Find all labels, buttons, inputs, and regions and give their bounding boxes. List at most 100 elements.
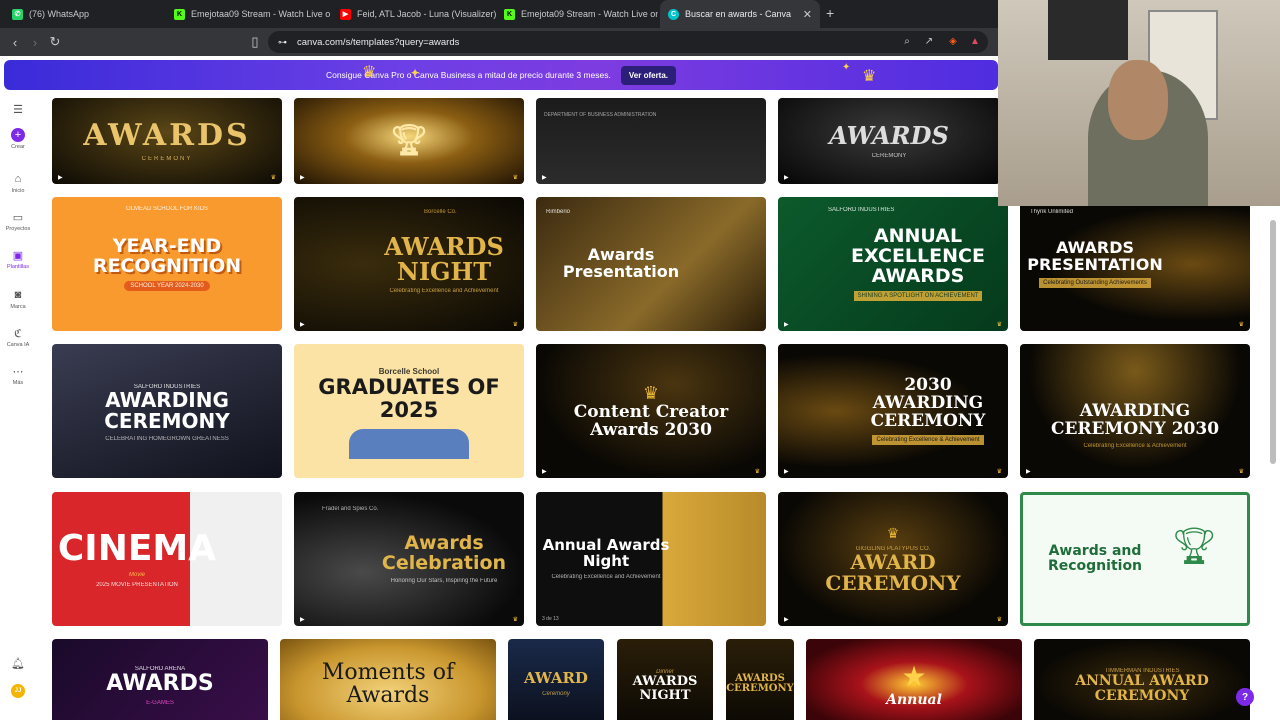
- bookmark-icon[interactable]: ▯: [246, 33, 264, 51]
- template-card[interactable]: Awards and Recognition 🏆︎: [1020, 492, 1250, 626]
- template-subtitle: Celebrating Outstanding Achievements: [1039, 277, 1151, 288]
- tab-label: Buscar en awards - Canva: [685, 9, 792, 19]
- back-icon[interactable]: ‹: [6, 33, 24, 51]
- youtube-icon: ▶: [340, 8, 351, 20]
- template-card[interactable]: Fradel and Spies Co. Awards Celebration …: [294, 492, 524, 626]
- template-title: AWARDS PRESENTATION: [1027, 238, 1163, 274]
- template-subtitle: Celebrating Excellence & Achievement: [872, 434, 984, 445]
- brand-icon: ◙: [14, 289, 22, 301]
- sidebar-item-create[interactable]: + Crear: [0, 128, 36, 150]
- template-card[interactable]: ★ Annual: [806, 639, 1022, 720]
- sidebar-item-projects[interactable]: ▭ Proyectos: [0, 210, 36, 233]
- template-card[interactable]: Moments of Awards: [280, 639, 496, 720]
- template-card[interactable]: Dinner AWARDS NIGHT: [617, 639, 713, 720]
- template-card[interactable]: Borcelle Co. AWARDS NIGHT Celebrating Ex…: [294, 197, 524, 331]
- kick-icon: K: [504, 8, 515, 20]
- template-title: Annual Awards Night: [542, 536, 670, 570]
- template-subtitle: Celebrating Excellence and Achievement: [389, 288, 499, 295]
- whatsapp-icon: ✆: [12, 8, 23, 20]
- template-card[interactable]: Borcelle School GRADUATES OF 2025: [294, 344, 524, 478]
- templates-icon: ▣: [12, 249, 24, 262]
- template-title: AWARD CEREMONY: [825, 549, 961, 595]
- rewards-icon[interactable]: ▲: [968, 34, 982, 48]
- template-card[interactable]: AWARDS CEREMONY: [726, 639, 794, 720]
- search-icon[interactable]: ⌕: [900, 34, 914, 48]
- crown-icon: ♛: [862, 68, 877, 85]
- share-icon[interactable]: ↗: [922, 34, 936, 48]
- kick-icon: K: [174, 8, 185, 20]
- play-icon: ▶: [784, 469, 789, 475]
- template-card[interactable]: AWARDING CEREMONY 2030 Celebrating Excel…: [1020, 344, 1250, 478]
- url-text: canva.com/s/templates?query=awards: [297, 36, 460, 48]
- sidebar-item-canva-ai[interactable]: ℭ Canva IA: [0, 326, 36, 349]
- premium-crown-icon: ♛: [754, 469, 760, 475]
- address-bar[interactable]: ⊶ canva.com/s/templates?query=awards: [268, 31, 988, 53]
- template-card[interactable]: CINEMA Movie 2025 MOVIE PRESENTATION: [52, 492, 282, 626]
- sidebar-item-label: Plantillas: [6, 264, 29, 270]
- template-tag: Rimberio: [546, 209, 571, 215]
- browser-tab[interactable]: ▶ Feid, ATL Jacob - Luna (Visualizer) - …: [332, 0, 496, 28]
- template-subtitle: Celebrating Excellence & Achievement: [1083, 442, 1187, 449]
- close-tab-icon[interactable]: ✕: [803, 8, 812, 21]
- browser-tab-active[interactable]: C Buscar en awards - Canva ✕: [660, 0, 820, 28]
- sidebar-item-more[interactable]: ⋯ Más: [0, 364, 36, 387]
- sidebar-item-home[interactable]: ⌂ Inicio: [0, 172, 36, 194]
- template-card[interactable]: ♛ Content Creator Awards 2030 ▶ ♛: [536, 344, 766, 478]
- site-info-icon[interactable]: ⊶: [278, 37, 287, 48]
- template-title: AWARD: [524, 669, 588, 688]
- play-icon: ▶: [1026, 469, 1031, 475]
- promo-cta-button[interactable]: Ver oferta.: [620, 65, 677, 85]
- template-card[interactable]: Rimberio Awards Presentation: [536, 197, 766, 331]
- reload-icon[interactable]: ↻: [46, 33, 64, 51]
- sidebar-item-templates[interactable]: ▣ Plantillas: [0, 248, 36, 271]
- template-card[interactable]: TIMMERMAN INDUSTRIES ANNUAL AWARD CEREMO…: [1034, 639, 1250, 720]
- trophy-icon: 🏆︎: [389, 123, 429, 159]
- template-card[interactable]: SALFORD ARENA AWARDS E-GAMES: [52, 639, 268, 720]
- sidebar-item-label: Canva IA: [6, 342, 30, 348]
- canva-icon: C: [668, 8, 679, 20]
- template-card[interactable]: SALFORD INDUSTRIES ANNUAL EXCELLENCE AWA…: [778, 197, 1008, 331]
- notifications-button[interactable]: 🔔︎: [0, 656, 36, 670]
- account-button[interactable]: JJ: [0, 684, 36, 698]
- template-card[interactable]: OLMEAD SCHOOL FOR KIDS YEAR-END RECOGNIT…: [52, 197, 282, 331]
- new-tab-icon[interactable]: +: [826, 5, 834, 21]
- sidebar-item-brand[interactable]: ◙ Marca: [0, 288, 36, 310]
- browser-tab[interactable]: K Emejota09 Stream - Watch Live on K: [496, 0, 658, 28]
- bell-icon: 🔔︎: [11, 657, 25, 670]
- template-card[interactable]: SALFORD INDUSTRIES AWARDING CEREMONY CEL…: [52, 344, 282, 478]
- template-tag: Fradel and Spies Co.: [322, 506, 379, 512]
- forward-icon[interactable]: ›: [26, 33, 44, 51]
- promo-banner: ♛ ✦ Consigue Canva Pro o Canva Business …: [4, 60, 998, 90]
- template-card[interactable]: Annual Awards Night Celebrating Excellen…: [536, 492, 766, 626]
- sidebar-menu-button[interactable]: ☰: [0, 102, 36, 116]
- template-card[interactable]: Thynk Unlimited AWARDS PRESENTATION Cele…: [1020, 197, 1250, 331]
- template-subtitle: CEREMONY: [141, 155, 193, 162]
- sidebar-item-label: Marca: [10, 304, 26, 310]
- browser-tab[interactable]: ✆ (76) WhatsApp: [4, 0, 164, 28]
- premium-crown-icon: ♛: [270, 175, 276, 181]
- menu-icon: ☰: [13, 103, 23, 116]
- template-subtitle: Ceremony: [542, 690, 570, 697]
- template-card[interactable]: AWARD Ceremony: [508, 639, 604, 720]
- brave-shield-icon[interactable]: ◈: [946, 34, 960, 48]
- template-subtitle: 2025 MOVIE PRESENTATION: [96, 581, 178, 588]
- help-button[interactable]: ?: [1236, 688, 1254, 706]
- template-card[interactable]: AWARDS CEREMONY ▶ ♛: [52, 98, 282, 184]
- template-title: 2030 AWARDING CEREMONY: [870, 375, 986, 431]
- template-title: Awards Celebration: [381, 532, 507, 574]
- premium-crown-icon: ♛: [1238, 322, 1244, 328]
- template-card[interactable]: ♛ GIGGLING PLATYPUS CO. AWARD CEREMONY ▶…: [778, 492, 1008, 626]
- template-card[interactable]: 2030 AWARDING CEREMONY Celebrating Excel…: [778, 344, 1008, 478]
- template-card[interactable]: AWARDS CEREMONY ▶: [778, 98, 1000, 184]
- plus-icon: +: [11, 128, 25, 142]
- template-card[interactable]: DEPARTMENT OF BUSINESS ADMINISTRATION ▶: [536, 98, 766, 184]
- tab-label: (76) WhatsApp: [29, 9, 90, 19]
- template-title: ANNUAL EXCELLENCE AWARDS: [851, 225, 985, 287]
- template-card[interactable]: 🏆︎ ▶ ♛: [294, 98, 524, 184]
- play-icon: ▶: [542, 469, 547, 475]
- premium-crown-icon: ♛: [996, 617, 1002, 623]
- ai-icon: ℭ: [14, 327, 22, 340]
- page-scrollbar[interactable]: [1270, 220, 1276, 464]
- browser-tab[interactable]: K Emejotaa09 Stream - Watch Live on: [166, 0, 330, 28]
- tab-label: Emejotaa09 Stream - Watch Live on: [191, 9, 330, 19]
